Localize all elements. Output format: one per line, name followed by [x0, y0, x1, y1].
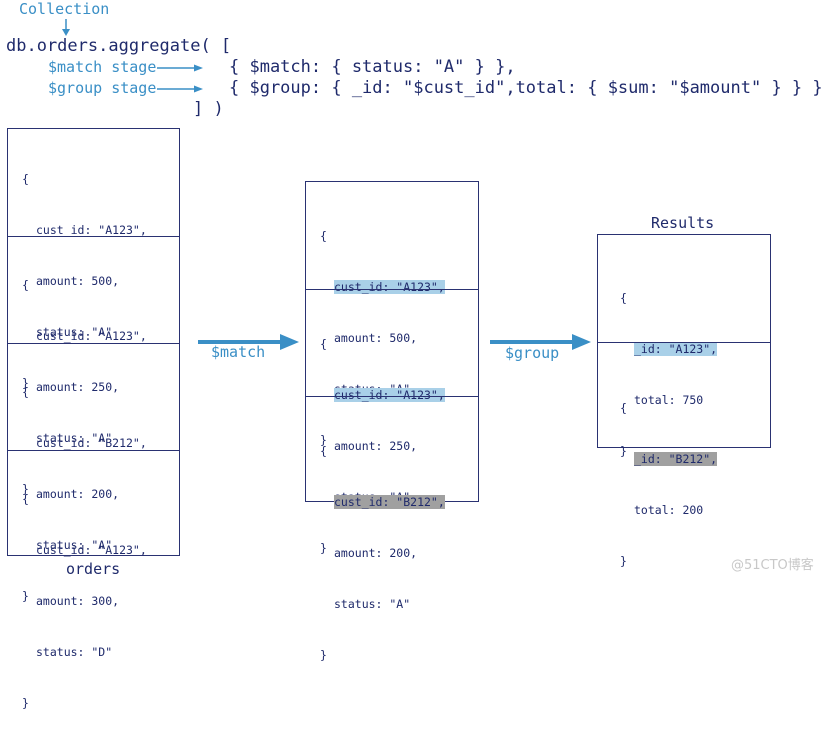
cust-id-field-highlighted: cust_id: "B212",	[334, 495, 445, 509]
brace-close: }	[22, 696, 29, 710]
amount-field: amount: 300,	[36, 594, 120, 608]
brace-open: {	[620, 401, 627, 415]
match-stage-arrow	[157, 64, 203, 72]
matched-document: { cust_id: "A123", amount: 500, status: …	[306, 182, 478, 447]
brace-open: {	[320, 337, 327, 351]
amount-field: amount: 200,	[334, 546, 418, 560]
orders-caption: orders	[66, 560, 121, 578]
status-field: status: "A"	[334, 597, 411, 611]
order-document: { cust_id: "A123", amount: 250, status: …	[8, 236, 179, 496]
matched-document: { cust_id: "A123", amount: 250, status: …	[306, 289, 478, 555]
collection-label: Collection	[19, 0, 110, 18]
result-document: { _id: "A123", total: 750 }	[598, 235, 770, 458]
brace-open: {	[22, 385, 29, 399]
order-document: { cust_id: "A123", amount: 500, status: …	[8, 129, 179, 390]
brace-open: {	[22, 492, 29, 506]
match-stage-code: { $match: { status: "A" } },	[229, 57, 516, 77]
brace-close: }	[320, 648, 327, 662]
order-document: { cust_id: "A123", amount: 300, status: …	[8, 450, 179, 710]
group-arrow-label: $group	[505, 344, 560, 362]
aggregate-close: ] )	[193, 99, 224, 119]
results-collection: { _id: "A123", total: 750 } { _id: "B212…	[597, 234, 771, 568]
result-document: { _id: "B212", total: 200 }	[598, 342, 770, 568]
cust-id-field: cust_id: "A123",	[36, 543, 147, 557]
orders-collection: { cust_id: "A123", amount: 500, status: …	[7, 128, 180, 710]
brace-close: }	[620, 554, 627, 568]
results-caption: Results	[651, 214, 715, 232]
collection-arrow	[62, 19, 70, 36]
group-stage-code: { $group: { _id: "$cust_id",total: { $su…	[229, 78, 823, 98]
watermark: @51CTO博客	[731, 558, 814, 573]
order-document: { cust_id: "B212", amount: 200, status: …	[8, 343, 179, 603]
brace-open: {	[320, 229, 327, 243]
aggregate-call: db.orders.aggregate( [	[6, 36, 232, 56]
group-stage-label: $group stage	[48, 79, 157, 97]
matched-document: { cust_id: "B212", amount: 200, status: …	[306, 396, 478, 662]
match-arrow-label: $match	[211, 343, 266, 361]
id-field-highlighted: _id: "B212",	[634, 452, 718, 466]
matched-documents: { cust_id: "A123", amount: 500, status: …	[305, 181, 479, 662]
brace-open: {	[620, 291, 627, 305]
group-stage-arrow	[157, 85, 203, 93]
match-stage-label: $match stage	[48, 58, 157, 76]
total-field: total: 200	[634, 503, 704, 517]
brace-open: {	[22, 172, 29, 186]
brace-open: {	[320, 444, 327, 458]
status-field: status: "D"	[36, 645, 113, 659]
brace-open: {	[22, 278, 29, 292]
